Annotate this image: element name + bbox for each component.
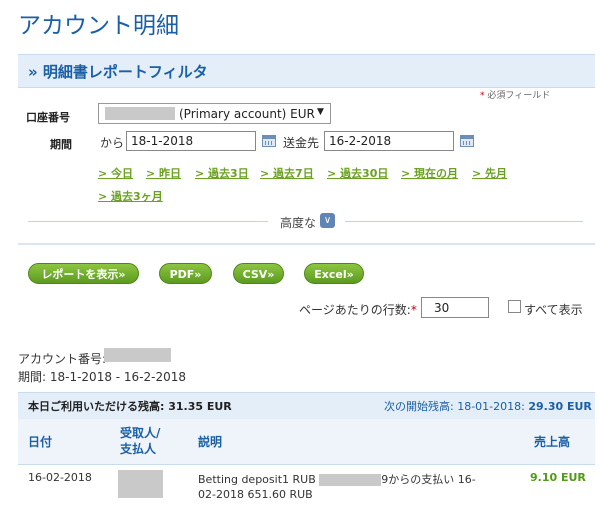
opening-balance: 次の開始残高: 18-01-2018: 29.30 EUR [384, 398, 592, 414]
balance-bar: 本日ご利用いただける残高: 31.35 EUR 次の開始残高: 18-01-20… [18, 392, 595, 420]
calendar-icon[interactable] [262, 135, 276, 147]
page-title: アカウント明細 [18, 13, 179, 39]
from-date-input[interactable] [126, 131, 256, 151]
payee-redacted [118, 470, 163, 498]
to-date-input[interactable] [324, 131, 454, 151]
table-row-date: 16-02-2018 [28, 471, 92, 484]
dropdown-arrow-icon: ▼ [317, 107, 324, 117]
account-select[interactable]: (Primary account) EUR ▼ [98, 103, 331, 124]
opening-balance-label: 次の開始残高: 18-01-2018: [384, 400, 525, 413]
account-number-summary-label: アカウント番号: [18, 352, 107, 366]
excel-button[interactable]: Excel» [304, 263, 364, 284]
account-number-redacted [104, 348, 171, 362]
account-redacted [105, 107, 175, 120]
account-select-value: (Primary account) EUR [179, 107, 315, 121]
required-star: * [480, 91, 485, 101]
quick-link-last-30-days[interactable]: > 過去30日 [327, 165, 388, 181]
required-note-text: 必須フィールド [487, 91, 551, 101]
section-divider [18, 243, 595, 245]
payee-header-line2: 支払人 [120, 442, 157, 456]
column-header-payee[interactable]: 受取人/支払人 [120, 425, 160, 457]
double-chevron-down-icon[interactable]: ∨ [320, 213, 335, 228]
to-label: 送金先 [283, 136, 320, 150]
table-row-description: Betting deposit1 RUB 9からの支払い 16-02-2018 … [198, 472, 488, 502]
quick-link-last-7-days[interactable]: > 過去7日 [260, 165, 314, 181]
column-header-description[interactable]: 説明 [198, 433, 222, 450]
show-all-label[interactable]: すべて表示 [524, 301, 583, 318]
table-header: 日付 受取人/支払人 説明 売上高 [18, 419, 595, 465]
period-summary: 期間: 18-1-2018 - 16-2-2018 [18, 370, 187, 384]
csv-button[interactable]: CSV» [233, 263, 284, 284]
opening-balance-value: 29.30 EUR [528, 400, 592, 413]
show-report-button[interactable]: レポートを表示» [28, 263, 139, 284]
rows-per-page-text: ページあたりの行数: [299, 303, 411, 317]
rows-per-page-label: ページあたりの行数:* [299, 301, 417, 318]
show-all-checkbox[interactable] [508, 300, 521, 313]
table-row-amount: 9.10 EUR [530, 471, 586, 484]
quick-link-last-month[interactable]: > 先月 [472, 165, 507, 181]
quick-link-yesterday[interactable]: > 昨日 [146, 165, 181, 181]
quick-link-current-month[interactable]: > 現在の月 [401, 165, 458, 181]
description-prefix: Betting deposit1 RUB [198, 473, 316, 486]
from-label: から [100, 136, 125, 150]
required-field-note: * 必須フィールド [480, 88, 550, 101]
available-balance: 本日ご利用いただける残高: 31.35 EUR [28, 400, 232, 413]
divider [28, 221, 268, 222]
account-number-label: 口座番号 [26, 111, 70, 124]
quick-link-today[interactable]: > 今日 [98, 165, 133, 181]
quick-link-last-3-days[interactable]: > 過去3日 [195, 165, 249, 181]
period-label: 期間 [50, 138, 72, 151]
advanced-label[interactable]: 高度な [280, 214, 316, 231]
payee-header-line1: 受取人/ [120, 426, 161, 440]
calendar-icon[interactable] [460, 135, 474, 147]
quick-link-last-3-months[interactable]: > 過去3ヶ月 [98, 188, 163, 204]
divider [345, 221, 583, 222]
description-redacted [319, 474, 382, 486]
filter-section-header: » 明細書レポートフィルタ [18, 54, 595, 88]
filter-title: » 明細書レポートフィルタ [28, 63, 208, 81]
required-star: * [410, 303, 417, 317]
column-header-date[interactable]: 日付 [28, 433, 52, 450]
pdf-button[interactable]: PDF» [159, 263, 212, 284]
rows-per-page-input[interactable] [421, 297, 489, 318]
column-header-amount[interactable]: 売上高 [534, 433, 570, 450]
